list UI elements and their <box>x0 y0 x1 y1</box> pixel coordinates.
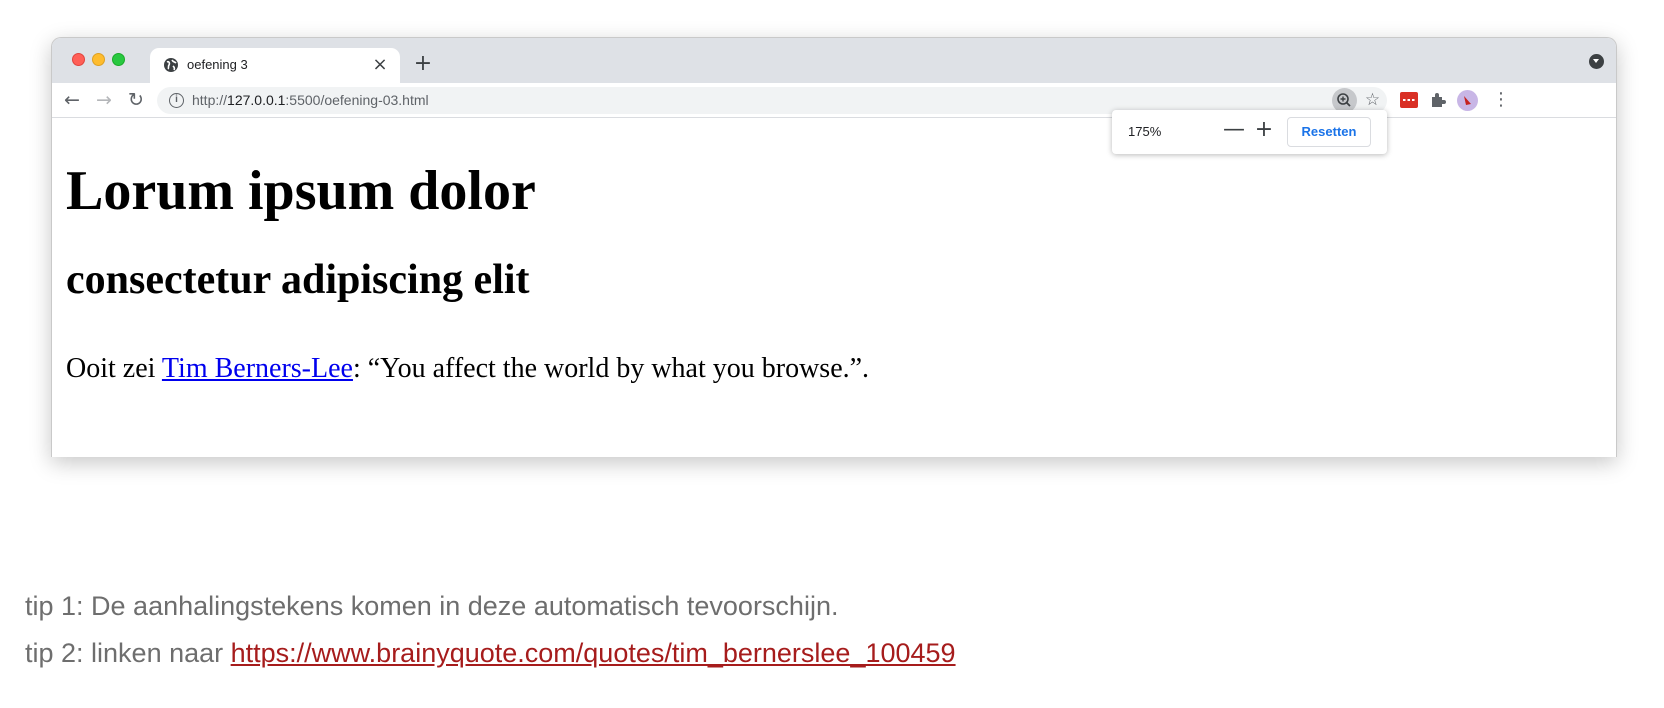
url-text[interactable]: http://127.0.0.1:5500/oefening-03.html <box>192 92 429 108</box>
zoom-reset-button[interactable]: Resetten <box>1287 117 1371 147</box>
paragraph-quote: : “You affect the world by what you brow… <box>352 353 870 384</box>
zoom-popup: 175% — + Resetten <box>1112 110 1387 154</box>
tip-2-label: tip 2: linken naar <box>25 638 231 668</box>
page-heading-2: consectetur adipiscing elit <box>66 257 530 303</box>
brainyquote-link[interactable]: https://www.brainyquote.com/quotes/tim_b… <box>231 638 956 668</box>
browser-window: oefening 3 × + ← → ↻ i http://127.0.0.1:… <box>51 37 1617 457</box>
new-tab-button[interactable]: + <box>410 52 436 78</box>
tab-strip: oefening 3 × + <box>52 38 1616 83</box>
globe-icon <box>164 58 178 72</box>
avatar[interactable] <box>1457 90 1478 111</box>
quote-paragraph: Ooit zei Tim Berners-Lee: “You affect th… <box>66 352 869 386</box>
url-host: 127.0.0.1 <box>227 92 286 108</box>
back-button[interactable]: ← <box>60 88 84 112</box>
url-prefix: http:// <box>192 92 228 108</box>
menu-icon[interactable]: ⋮ <box>1492 89 1510 111</box>
paragraph-lead: Ooit zei <box>66 353 162 384</box>
extension-icon[interactable] <box>1398 89 1420 111</box>
zoom-in-button[interactable]: + <box>1252 119 1276 143</box>
zoom-out-button[interactable]: — <box>1222 119 1246 143</box>
tip-2: tip 2: linken naar https://www.brainyquo… <box>25 638 956 669</box>
zoom-level: 175% <box>1128 124 1162 139</box>
page-heading-1: Lorum ipsum dolor <box>66 160 536 222</box>
minimize-window-button[interactable] <box>92 53 105 66</box>
tim-berners-lee-link[interactable]: Tim Berners-Lee <box>162 353 353 384</box>
page-content: Lorum ipsum dolor consectetur adipiscing… <box>52 119 1616 457</box>
maximize-window-button[interactable] <box>112 53 125 66</box>
puzzle-icon[interactable] <box>1427 89 1449 111</box>
tab-oefening-3[interactable]: oefening 3 × <box>150 48 400 83</box>
info-icon[interactable]: i <box>169 93 184 108</box>
url-path: :5500/oefening-03.html <box>285 92 429 108</box>
tab-search-icon[interactable] <box>1589 54 1604 69</box>
close-tab-icon[interactable]: × <box>370 55 390 75</box>
tab-title: oefening 3 <box>187 57 248 72</box>
tip-1: tip 1: De aanhalingstekens komen in deze… <box>25 591 839 621</box>
forward-button[interactable]: → <box>92 88 116 112</box>
reload-button[interactable]: ↻ <box>124 88 148 112</box>
close-window-button[interactable] <box>72 53 85 66</box>
